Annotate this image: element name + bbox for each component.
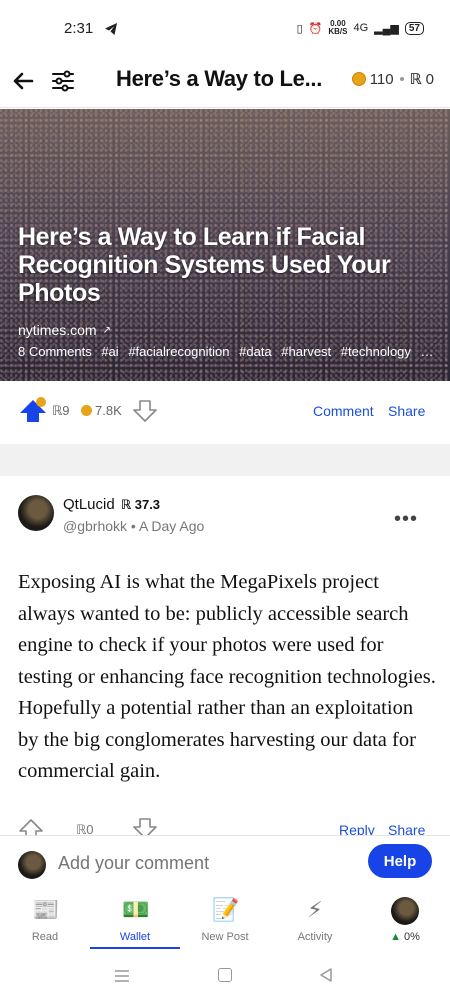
section-divider: [0, 444, 450, 476]
separator-dot: [399, 77, 404, 81]
author-name: QtLucid: [63, 496, 115, 513]
post-r-count: ℝ9: [52, 403, 70, 418]
author-score: ℝ 37.3: [120, 496, 161, 512]
vibrate-icon: ▯: [296, 22, 303, 35]
avatar: [391, 897, 419, 925]
coin-icon: [351, 72, 366, 86]
lightning-icon: ⚡: [307, 897, 323, 922]
status-time: 2:31: [64, 20, 94, 37]
memo-icon: 📝: [212, 897, 240, 922]
active-tab-indicator: [90, 947, 180, 949]
tag[interactable]: #data: [239, 344, 272, 359]
comment-author[interactable]: QtLucid ℝ 37.3: [63, 496, 160, 513]
header-balance[interactable]: 110 ℝ 0: [351, 70, 434, 88]
post-source[interactable]: nytimes.com ↗: [18, 322, 111, 338]
system-nav-bar: [0, 955, 450, 1000]
tag[interactable]: #ai: [101, 344, 118, 359]
nav-item-read[interactable]: 📰 Read: [5, 897, 85, 943]
nav-item-wallet[interactable]: 💵 Wallet: [95, 897, 175, 943]
alarm-icon: ⏰: [308, 22, 323, 35]
bottom-nav: 📰 Read 💵 Wallet 📝 New Post ⚡ Activity ▲ …: [0, 891, 450, 951]
more-options-icon[interactable]: •••: [394, 508, 418, 531]
external-link-icon: ↗: [102, 324, 111, 336]
source-domain: nytimes.com: [18, 322, 97, 338]
nav-item-new-post[interactable]: 📝 New Post: [185, 897, 265, 943]
home-icon[interactable]: [218, 968, 232, 982]
status-icons: ▯ ⏰ 0.00 KB/S 4G ▂▄▆ 57: [297, 20, 424, 36]
status-bar: 2:31 ▯ ⏰ 0.00 KB/S 4G ▂▄▆ 57: [0, 0, 450, 56]
tag[interactable]: #technology: [341, 344, 411, 359]
coin-icon: [81, 405, 92, 416]
tag[interactable]: #...: [421, 344, 438, 359]
post-title[interactable]: Here’s a Way to Learn if Facial Recognit…: [18, 223, 418, 307]
money-icon: 💵: [122, 897, 150, 922]
comment-button[interactable]: Comment: [313, 403, 374, 419]
battery-icon: 57: [404, 21, 424, 35]
comment-handle: @gbrhokk • A Day Ago: [63, 518, 205, 534]
upvote-icon[interactable]: [18, 396, 48, 424]
nav-item-profile[interactable]: ▲ 0%: [365, 897, 445, 943]
tag[interactable]: #facialrecognition: [128, 344, 229, 359]
downvote-icon[interactable]: [132, 398, 158, 424]
post-coin-count: 7.8K: [81, 403, 122, 418]
help-button[interactable]: Help: [368, 844, 432, 878]
tag[interactable]: #harvest: [281, 344, 331, 359]
post-actions: ℝ9 7.8K Comment Share: [0, 392, 450, 432]
telegram-icon: [105, 23, 117, 35]
system-back-icon[interactable]: [318, 967, 334, 983]
comment-input[interactable]: [58, 853, 328, 874]
post-meta: 8 Comments #ai #facialrecognition #data …: [18, 344, 438, 359]
signal-icon: ▂▄▆: [374, 22, 399, 35]
filter-sliders-icon[interactable]: [48, 66, 78, 96]
share-button[interactable]: Share: [388, 403, 425, 419]
coin-balance: 110: [369, 70, 394, 88]
r-balance: 0: [425, 70, 434, 88]
newspaper-icon: 📰: [32, 897, 60, 922]
r-token-icon: ℝ: [409, 71, 422, 88]
net-speed: 0.00 KB/S: [328, 19, 348, 36]
avatar[interactable]: [18, 495, 54, 531]
comment-count[interactable]: 8 Comments: [18, 344, 92, 359]
avatar: [18, 851, 46, 879]
page-title: Here’s a Way to Le...: [116, 66, 323, 91]
back-arrow-icon[interactable]: [8, 66, 38, 96]
network-type: 4G: [353, 22, 369, 34]
app-header: Here’s a Way to Le... 110 ℝ 0: [0, 56, 450, 108]
recent-apps-icon[interactable]: [114, 969, 130, 983]
profile-progress: ▲ 0%: [390, 931, 420, 943]
nav-item-activity[interactable]: ⚡ Activity: [275, 897, 355, 943]
comment-input-bar: Help: [0, 835, 450, 891]
post-hero-image[interactable]: Here’s a Way to Learn if Facial Recognit…: [0, 109, 450, 381]
comment-body: Exposing AI is what the MegaPixels proje…: [18, 571, 436, 782]
